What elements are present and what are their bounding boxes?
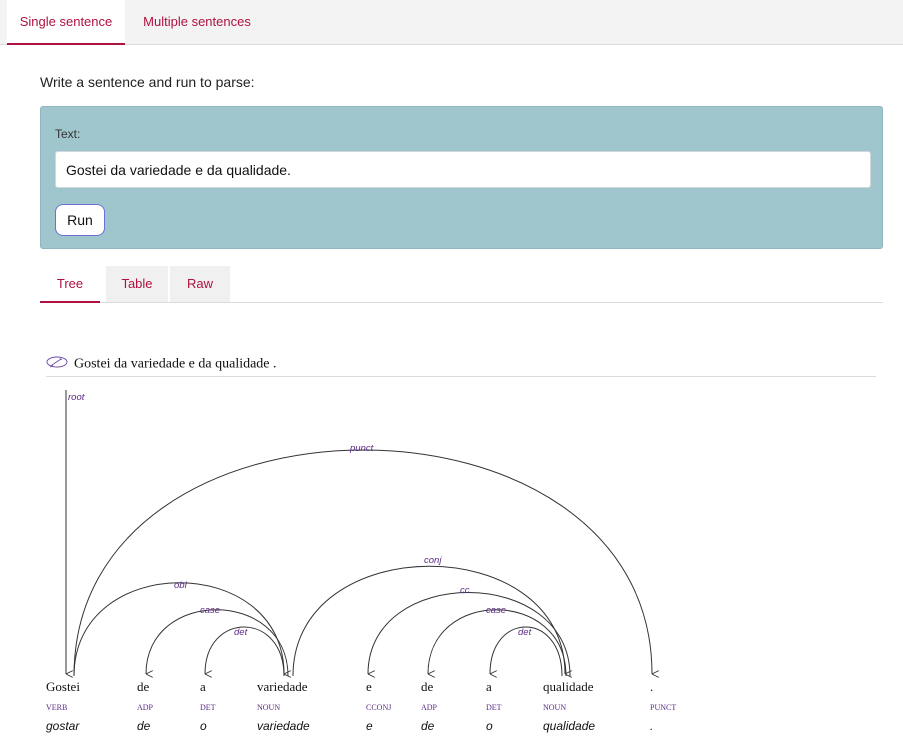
label-obl: obl bbox=[174, 580, 188, 591]
label-punct: punct bbox=[349, 443, 374, 454]
token-lemma: o bbox=[200, 719, 207, 733]
token-pos: CCONJ bbox=[366, 703, 391, 712]
tab-single-sentence[interactable]: Single sentence bbox=[7, 0, 125, 45]
tab-tree[interactable]: Tree bbox=[40, 266, 100, 303]
token-lemma: . bbox=[650, 719, 653, 733]
token-lemma: de bbox=[137, 719, 151, 733]
token-lemma: o bbox=[486, 719, 493, 733]
arc-cc bbox=[367, 592, 571, 676]
token-pos: DET bbox=[200, 703, 216, 712]
token-pos: NOUN bbox=[257, 703, 280, 712]
token-word: Gostei bbox=[46, 679, 80, 694]
token-word: qualidade bbox=[543, 679, 594, 694]
token-word: a bbox=[486, 679, 492, 694]
token-pos: ADP bbox=[137, 703, 154, 712]
tab-multiple-sentences[interactable]: Multiple sentences bbox=[132, 0, 262, 44]
token-lemma: de bbox=[421, 719, 435, 733]
token-pos: PUNCT bbox=[650, 703, 676, 712]
view-tabs: Tree Table Raw bbox=[40, 266, 883, 303]
token-word: variedade bbox=[257, 679, 308, 694]
label-det-2: det bbox=[518, 627, 532, 638]
input-panel: Text: Run bbox=[40, 106, 883, 249]
label-conj: conj bbox=[424, 555, 442, 566]
arc-case-1 bbox=[145, 609, 289, 676]
token-lemma: gostar bbox=[46, 719, 80, 733]
tab-table[interactable]: Table bbox=[106, 266, 168, 302]
mode-tabs: Single sentence Multiple sentences bbox=[0, 0, 903, 45]
tab-raw[interactable]: Raw bbox=[170, 266, 230, 302]
prompt-text: Write a sentence and run to parse: bbox=[40, 74, 255, 90]
token-lemma: variedade bbox=[257, 719, 310, 733]
label-cc: cc bbox=[460, 585, 470, 596]
arc-punct bbox=[73, 449, 652, 676]
edit-pen-icon[interactable] bbox=[46, 356, 68, 373]
sentence-text: Gostei da variedade e da qualidade . bbox=[74, 356, 277, 372]
label-case-1: case bbox=[200, 605, 220, 616]
token-word: de bbox=[137, 679, 150, 694]
token-lemma: qualidade bbox=[543, 719, 595, 733]
token-word: e bbox=[366, 679, 372, 694]
label-root: root bbox=[68, 392, 85, 403]
text-label: Text: bbox=[55, 127, 81, 141]
token-pos: ADP bbox=[421, 703, 438, 712]
token-pos: VERB bbox=[46, 703, 67, 712]
label-det-1: det bbox=[234, 627, 248, 638]
parsed-sentence: Gostei da variedade e da qualidade . bbox=[46, 356, 277, 376]
token-pos: DET bbox=[486, 703, 502, 712]
run-button[interactable]: Run bbox=[55, 204, 105, 236]
token-word: a bbox=[200, 679, 206, 694]
token-pos: NOUN bbox=[543, 703, 566, 712]
label-case-2: case bbox=[486, 605, 506, 616]
token-lemma: e bbox=[366, 719, 373, 733]
arc-obl bbox=[73, 582, 284, 676]
token-word: . bbox=[650, 679, 653, 694]
sentence-input[interactable] bbox=[55, 151, 871, 188]
divider bbox=[46, 376, 876, 377]
dependency-tree: root punct obl case det conj cc case det… bbox=[46, 390, 676, 733]
token-word: de bbox=[421, 679, 434, 694]
